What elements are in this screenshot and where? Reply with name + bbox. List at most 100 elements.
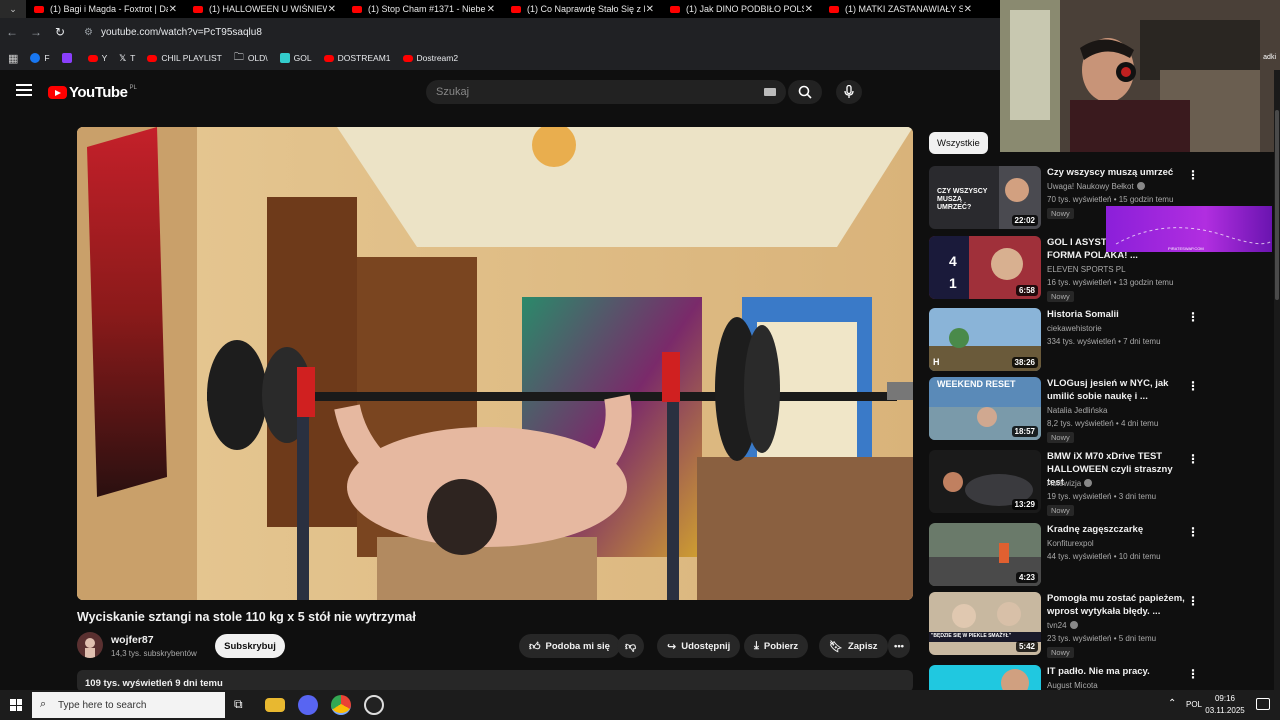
video-thumbnail[interactable]: CZY WSZYSCY MUSZĄ UMRZEĆ? 22:02	[929, 166, 1041, 229]
reload-icon[interactable]: ↻	[48, 25, 72, 39]
task-view-icon[interactable]: ⧉	[234, 697, 243, 712]
bookmark[interactable]: GOL	[279, 53, 312, 63]
browser-tab[interactable]: (1) Co Naprawdę Stało Się z M ✕	[503, 0, 662, 18]
browser-tab[interactable]: (1) Bagi i Magda - Foxtrot | Dan ✕	[26, 0, 185, 18]
more-vertical-icon[interactable]: ⋮	[1187, 667, 1199, 681]
video-player[interactable]	[77, 127, 913, 600]
youtube-favicon-icon	[193, 5, 203, 13]
video-thumbnail[interactable]: 4:23	[929, 523, 1041, 586]
video-thumbnail[interactable]: "BĘDZIE SIĘ W PIEKLE SMAŻYŁ" 5:42	[929, 592, 1041, 655]
url-field[interactable]: ⚙ youtube.com/watch?v=PcT95saqlu8	[84, 27, 262, 38]
share-button[interactable]: ↪ Udostępnij	[657, 634, 741, 658]
system-clock[interactable]: 09:16 03.11.2025	[1202, 693, 1248, 717]
bookmark[interactable]: 𝕏T	[119, 53, 135, 64]
webcam-side-text: adki	[1263, 54, 1276, 61]
bookmark-folder[interactable]: 🗀 OLD\	[234, 50, 268, 67]
download-button[interactable]: ⤓ Pobierz	[744, 634, 809, 658]
save-button[interactable]: 🔖︎ Zapisz	[819, 634, 888, 658]
recommended-video[interactable]: H 38:26 Historia Somalii ciekawehistorie…	[929, 308, 1249, 372]
search-input[interactable]: Szukaj	[426, 80, 786, 104]
address-bar: ← → ↻ ⚙ youtube.com/watch?v=PcT95saqlu8	[0, 18, 1000, 46]
filter-chip-all[interactable]: Wszystkie	[929, 132, 988, 154]
recommended-video[interactable]: IT padło. Nie ma pracy. August Micota ⋮	[929, 665, 1249, 690]
close-tab-icon[interactable]: ✕	[964, 4, 972, 15]
video-duration: 13:29	[1011, 499, 1038, 510]
bookmark[interactable]	[61, 53, 76, 63]
browser-tab[interactable]: (1) MATKI ZASTANAWIAŁY SIĘ, ✕	[821, 0, 980, 18]
more-vertical-icon[interactable]: ⋮	[1187, 594, 1199, 608]
file-explorer-icon[interactable]	[265, 698, 285, 712]
description-box[interactable]: 109 tys. wyświetleń 9 dni temu	[77, 670, 913, 692]
bookmark[interactable]: Y	[87, 53, 107, 63]
thumbnail-caption: 4 1	[949, 253, 957, 291]
more-vertical-icon[interactable]: ⋮	[1187, 310, 1199, 324]
recommended-channel: ciekawehistorie	[1047, 324, 1102, 333]
clock-date: 03.11.2025	[1205, 706, 1245, 715]
search-icon	[798, 85, 812, 99]
more-vertical-icon[interactable]: ⋮	[1187, 168, 1199, 182]
browser-tab[interactable]: (1) Jak DINO PODBIŁO POLSKĘ✕	[662, 0, 821, 18]
youtube-logo[interactable]: YouTube PL	[48, 84, 137, 101]
more-vertical-icon[interactable]: ⋮	[1187, 525, 1199, 539]
video-thumbnail[interactable]: WEEKEND RESET 18:57	[929, 377, 1041, 440]
back-icon[interactable]: ←	[0, 25, 24, 39]
close-tab-icon[interactable]: ✕	[169, 4, 177, 15]
forward-icon[interactable]: →	[24, 25, 48, 39]
share-icon: ↪	[667, 640, 677, 653]
subscribe-button[interactable]: Subskrybuj	[215, 634, 285, 658]
recommended-meta: 23 tys. wyświetleń • 5 dni temu	[1047, 634, 1157, 643]
video-thumbnail[interactable]: 13:29	[929, 450, 1041, 513]
youtube-icon	[147, 54, 158, 62]
channel-avatar[interactable]	[77, 632, 103, 658]
obs-icon[interactable]	[364, 695, 384, 715]
keyboard-icon[interactable]	[764, 88, 776, 96]
menu-icon[interactable]	[16, 84, 32, 96]
more-vertical-icon[interactable]: ⋮	[1187, 452, 1199, 466]
close-tab-icon[interactable]: ✕	[805, 4, 813, 15]
bookmark[interactable]: F	[30, 53, 50, 63]
notifications-icon[interactable]	[1256, 698, 1270, 710]
bookmark[interactable]: DOSTREAM1	[323, 53, 391, 63]
more-vertical-icon[interactable]: ⋮	[1187, 379, 1199, 393]
video-duration: 38:26	[1011, 357, 1038, 368]
dislike-button[interactable]: 👎︎	[617, 634, 645, 658]
close-tab-icon[interactable]: ✕	[487, 4, 495, 15]
recommended-video[interactable]: "BĘDZIE SIĘ W PIEKLE SMAŻYŁ" 5:42 Pomogł…	[929, 592, 1249, 658]
scrollbar-thumb[interactable]	[1275, 110, 1279, 300]
tab-label: (1) Bagi i Magda - Foxtrot | Dan	[50, 4, 168, 14]
video-thumbnail[interactable]	[929, 665, 1041, 690]
browser-tab[interactable]: (1) HALLOWEEN U WIŚNIEWSK✕	[185, 0, 344, 18]
video-thumbnail[interactable]: 4 1 6:58	[929, 236, 1041, 299]
video-thumbnail[interactable]: H 38:26	[929, 308, 1041, 371]
tray-expand-icon[interactable]: ⌃	[1168, 698, 1176, 709]
site-info-icon[interactable]: ⚙	[84, 27, 93, 38]
bookmark[interactable]: Dostream2	[402, 53, 458, 63]
language-indicator[interactable]: POL	[1186, 700, 1202, 709]
new-badge: Nowy	[1047, 432, 1074, 443]
discord-icon[interactable]	[298, 695, 318, 715]
tab-search-button[interactable]: ⌄	[0, 0, 26, 18]
more-actions-button[interactable]: •••	[888, 634, 910, 658]
windows-start-icon[interactable]	[10, 699, 22, 711]
voice-search-button[interactable]	[836, 80, 862, 104]
close-tab-icon[interactable]: ✕	[646, 4, 654, 15]
close-tab-icon[interactable]: ✕	[328, 4, 336, 15]
recommended-meta: 16 tys. wyświetleń • 13 godzin temu	[1047, 278, 1174, 287]
tab-label: (1) MATKI ZASTANAWIAŁY SIĘ,	[845, 4, 963, 14]
youtube-favicon-icon	[829, 5, 839, 13]
browser-tab[interactable]: (1) Stop Cham #1371 - Niebezp ✕	[344, 0, 503, 18]
like-button[interactable]: 👍︎ Podoba mi się	[519, 634, 620, 658]
apps-grid-icon[interactable]: ▦	[8, 52, 18, 65]
page-scrollbar[interactable]	[1274, 70, 1280, 690]
video-title: Wyciskanie sztangi na stole 110 kg x 5 s…	[77, 610, 416, 624]
taskbar-search-input[interactable]: ⌕ Type here to search	[32, 692, 225, 718]
bookmark[interactable]: CHIL PLAYLIST	[147, 53, 222, 63]
channel-name[interactable]: wojfer87	[111, 634, 154, 646]
search-button[interactable]	[788, 80, 822, 104]
recommended-video[interactable]: 13:29 BMW iX M70 xDrive TEST HALLOWEEN c…	[929, 450, 1249, 516]
recommended-video[interactable]: 4:23 Kradnę zagęszczarkę Konfiturexpol 4…	[929, 523, 1249, 587]
recommended-video[interactable]: WEEKEND RESET 18:57 VLOGusj jesień w NYC…	[929, 377, 1249, 443]
chrome-icon[interactable]	[331, 695, 351, 715]
bookmark-icon: 🔖︎	[829, 640, 843, 653]
download-icon: ⤓	[754, 639, 759, 652]
